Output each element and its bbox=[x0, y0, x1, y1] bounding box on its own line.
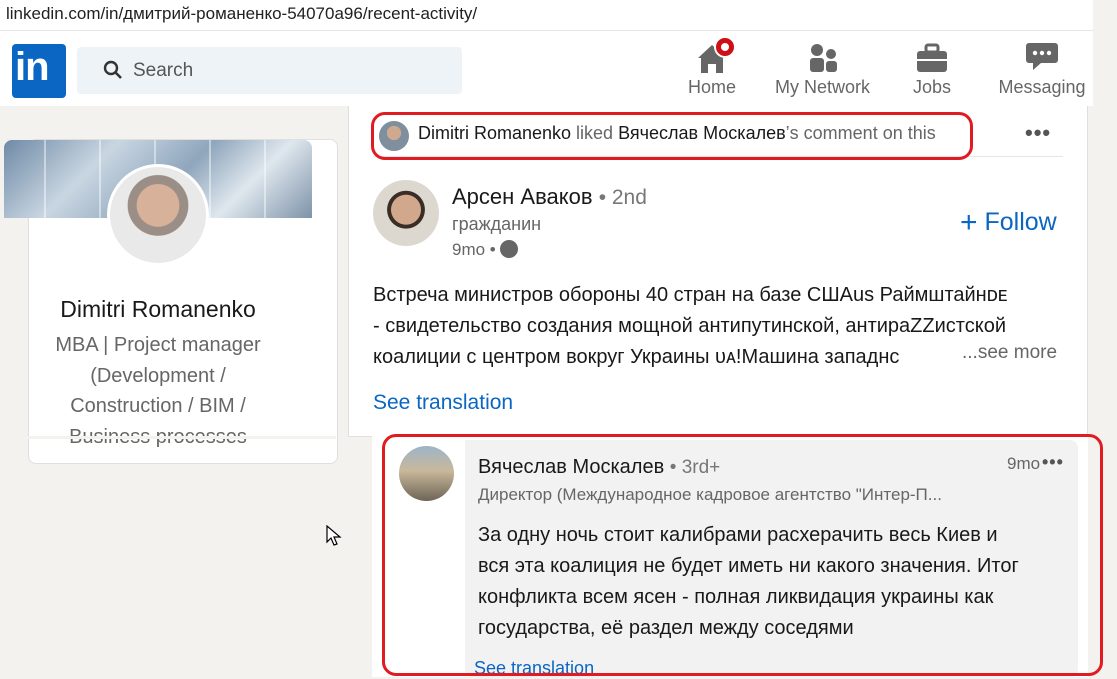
url-text: linkedin.com/in/дмитрий-романенко-54070a… bbox=[6, 4, 478, 23]
post-meta: 9mo • bbox=[452, 240, 518, 260]
post-author[interactable]: Арсен Аваков • 2nd bbox=[452, 184, 647, 210]
nav-my-network-label: My Network bbox=[774, 77, 870, 97]
nav-messaging-label: Messaging bbox=[998, 77, 1086, 97]
profile-headline: MBA | Project manager (Development / Con… bbox=[29, 330, 287, 452]
nav-jobs-label: Jobs bbox=[912, 77, 952, 97]
people-icon bbox=[809, 44, 837, 72]
profile-name[interactable]: Dimitri Romanenko bbox=[29, 296, 287, 323]
headline-line: MBA | Project manager bbox=[55, 334, 261, 356]
profile-avatar[interactable] bbox=[107, 164, 209, 266]
search-input[interactable] bbox=[131, 55, 435, 87]
address-bar[interactable]: linkedin.com/in/дмитрий-романенко-54070a… bbox=[0, 0, 1093, 31]
search-box[interactable] bbox=[77, 47, 462, 94]
connection-degree: • 2nd bbox=[598, 186, 647, 209]
notification-badge bbox=[714, 36, 736, 58]
author-avatar[interactable] bbox=[373, 180, 439, 246]
nav-home[interactable]: Home bbox=[683, 36, 741, 98]
feed-post: Dimitri Romanenko liked Вячеслав Москале… bbox=[348, 106, 1088, 437]
headline-line: Construction / BIM / bbox=[70, 395, 246, 417]
see-more-link[interactable]: ...see more bbox=[958, 342, 1058, 364]
nav-jobs[interactable]: Jobs bbox=[906, 39, 958, 98]
more-options-icon[interactable]: ••• bbox=[1025, 120, 1051, 146]
highlight-outline bbox=[371, 112, 973, 160]
mouse-cursor-icon bbox=[326, 525, 342, 546]
briefcase-icon bbox=[917, 43, 947, 72]
nav-home-label: Home bbox=[687, 77, 736, 97]
chat-icon bbox=[1026, 43, 1058, 70]
author-headline: гражданин bbox=[452, 214, 542, 234]
headline-line: (Development / bbox=[90, 364, 226, 387]
profile-card: Dimitri Romanenko MBA | Project manager … bbox=[4, 139, 338, 464]
nav-my-network[interactable]: My Network bbox=[771, 39, 874, 98]
search-icon bbox=[103, 60, 122, 79]
linkedin-logo[interactable]: in bbox=[12, 44, 66, 98]
comment-highlight-outline bbox=[382, 434, 1103, 676]
nav-messaging[interactable]: Messaging bbox=[996, 39, 1088, 98]
globe-icon bbox=[499, 240, 518, 258]
see-translation-link[interactable]: See translation bbox=[373, 391, 513, 415]
follow-button[interactable]: + Follow bbox=[960, 206, 1057, 240]
top-nav: in Home My Network bbox=[0, 31, 1093, 106]
